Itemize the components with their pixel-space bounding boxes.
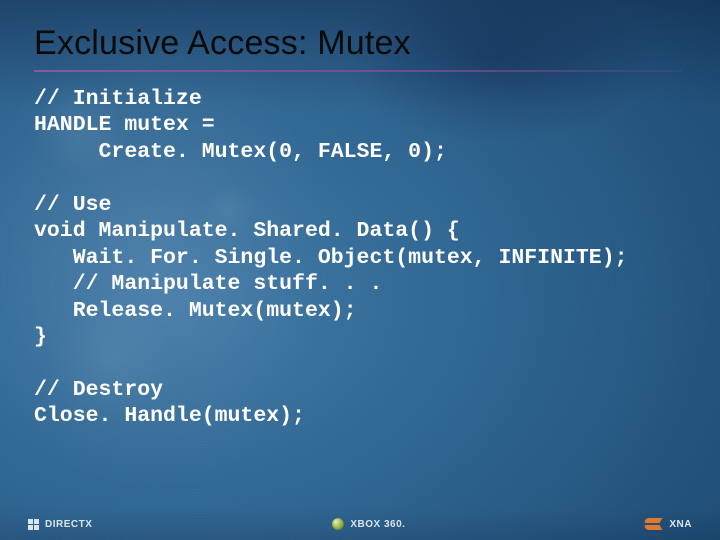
slide: Exclusive Access: Mutex // Initialize HA…: [0, 0, 720, 540]
footer: DIRECTX XBOX 360. XNA: [0, 508, 720, 540]
brand-xbox-label: XBOX 360.: [350, 519, 405, 530]
brand-xna: XNA: [645, 518, 692, 530]
xna-wing-icon: [645, 518, 663, 530]
title-underline: [34, 70, 682, 72]
xbox-sphere-icon: [332, 518, 344, 530]
brand-directx-label: DIRECTX: [45, 519, 92, 530]
slide-title: Exclusive Access: Mutex: [34, 24, 411, 63]
brand-xna-label: XNA: [669, 519, 692, 530]
brand-xbox: XBOX 360.: [332, 518, 405, 530]
brand-directx: DIRECTX: [28, 519, 92, 530]
microsoft-logo-icon: [28, 519, 39, 530]
code-block: // Initialize HANDLE mutex = Create. Mut…: [34, 86, 694, 430]
